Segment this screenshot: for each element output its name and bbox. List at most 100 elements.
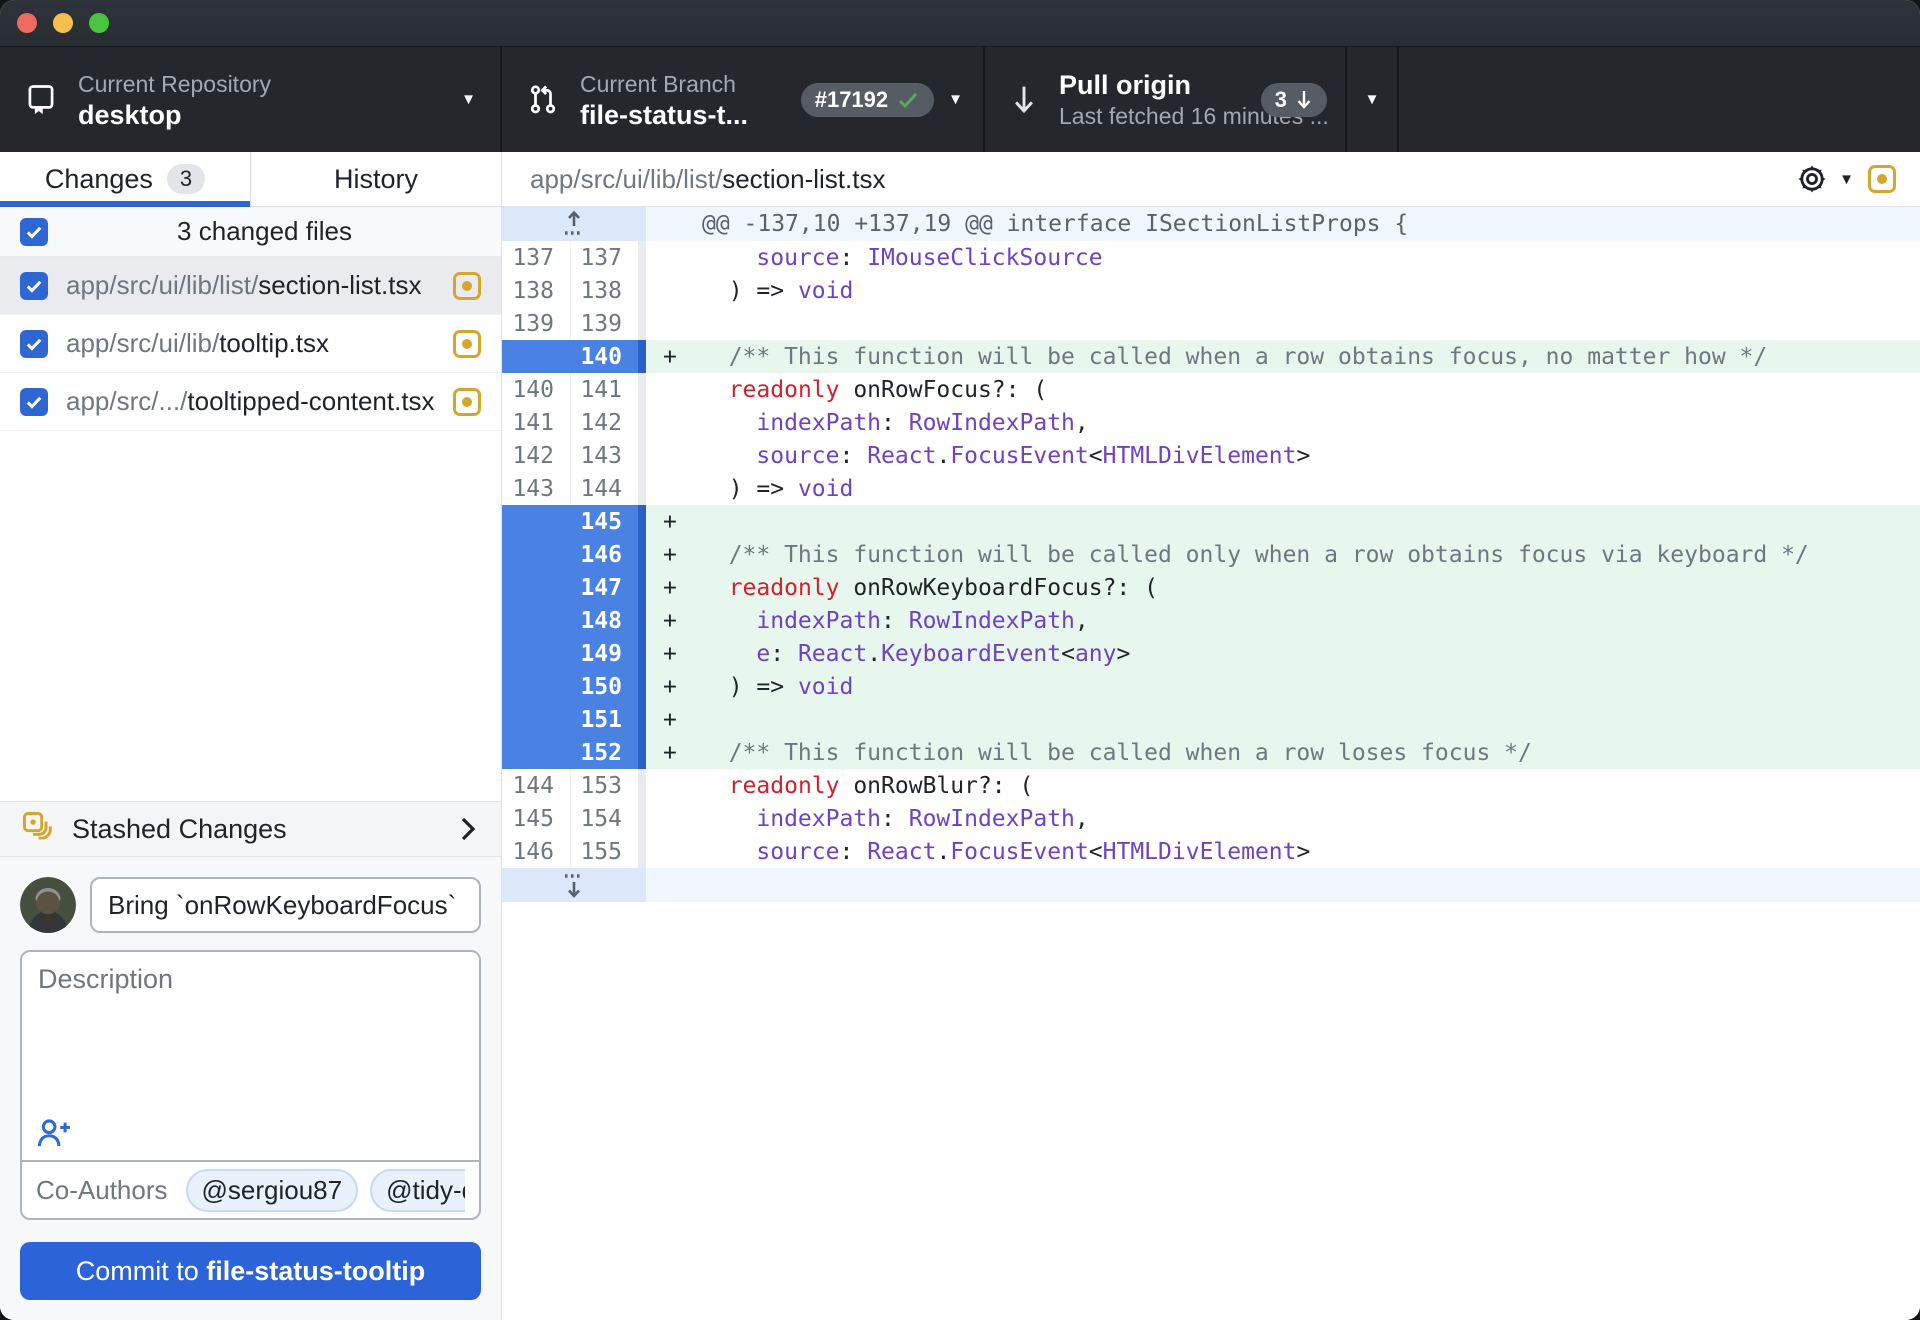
stashed-changes-label: Stashed Changes bbox=[72, 814, 457, 845]
new-line-number[interactable]: 140 bbox=[570, 340, 638, 373]
old-line-number[interactable] bbox=[502, 670, 570, 703]
new-line-number[interactable]: 147 bbox=[570, 571, 638, 604]
new-line-number[interactable]: 152 bbox=[570, 736, 638, 769]
diff-line-code: /** This function will be called only wh… bbox=[701, 542, 1809, 568]
current-repository-button[interactable]: Current Repository desktop ▼ bbox=[0, 47, 502, 152]
diff-line-content: + e: React.KeyboardEvent<any> bbox=[646, 637, 1920, 670]
diff-row-context[interactable]: 140141 readonly onRowFocus?: ( bbox=[502, 373, 1920, 406]
file-path: app/src/.../tooltipped-content.tsx bbox=[66, 386, 453, 417]
coauthor-pill[interactable]: @tidy-dev bbox=[370, 1169, 465, 1212]
diff-row-added[interactable]: 149+ e: React.KeyboardEvent<any> bbox=[502, 637, 1920, 670]
old-line-number[interactable] bbox=[502, 703, 570, 736]
new-line-number[interactable]: 139 bbox=[570, 307, 638, 340]
diff-row-context[interactable]: 142143 source: React.FocusEvent<HTMLDivE… bbox=[502, 439, 1920, 472]
old-line-number[interactable]: 143 bbox=[502, 472, 570, 505]
diff-row-added[interactable]: 140+ /** This function will be called wh… bbox=[502, 340, 1920, 373]
old-line-number[interactable] bbox=[502, 637, 570, 670]
tab-changes[interactable]: Changes 3 bbox=[0, 152, 250, 206]
gutter-band bbox=[638, 835, 646, 868]
old-line-number[interactable] bbox=[502, 571, 570, 604]
diff-line-content: indexPath: RowIndexPath, bbox=[646, 406, 1920, 439]
file-row[interactable]: app/src/ui/lib/tooltip.tsx bbox=[0, 315, 501, 373]
expand-hunk-down-button[interactable] bbox=[502, 868, 646, 902]
new-line-number[interactable]: 148 bbox=[570, 604, 638, 637]
pr-status-badge[interactable]: #17192 bbox=[801, 83, 934, 117]
diff-row-context[interactable]: 144153 readonly onRowBlur?: ( bbox=[502, 769, 1920, 802]
file-row[interactable]: app/src/ui/lib/list/section-list.tsx bbox=[0, 257, 501, 315]
diff-rows: 137137 source: IMouseClickSource138138 )… bbox=[502, 241, 1920, 868]
current-branch-button[interactable]: Current Branch file-status-t... #17192 ▼ bbox=[502, 47, 985, 152]
new-line-number[interactable]: 154 bbox=[570, 802, 638, 835]
old-line-number[interactable]: 141 bbox=[502, 406, 570, 439]
old-line-number[interactable] bbox=[502, 604, 570, 637]
old-line-number[interactable] bbox=[502, 505, 570, 538]
diff-row-added[interactable]: 150+ ) => void bbox=[502, 670, 1920, 703]
new-line-number[interactable]: 137 bbox=[570, 241, 638, 274]
old-line-number[interactable]: 145 bbox=[502, 802, 570, 835]
new-line-number[interactable]: 143 bbox=[570, 439, 638, 472]
commit-description-field[interactable]: Description bbox=[22, 952, 479, 1160]
gutter-band bbox=[638, 670, 646, 703]
diff-row-context[interactable]: 141142 indexPath: RowIndexPath, bbox=[502, 406, 1920, 439]
old-line-number[interactable]: 137 bbox=[502, 241, 570, 274]
diff-line-content: source: IMouseClickSource bbox=[646, 241, 1920, 274]
gear-icon bbox=[1795, 162, 1829, 196]
old-line-number[interactable]: 144 bbox=[502, 769, 570, 802]
diff-row-added[interactable]: 146+ /** This function will be called on… bbox=[502, 538, 1920, 571]
new-line-number[interactable]: 146 bbox=[570, 538, 638, 571]
diff-row-context[interactable]: 137137 source: IMouseClickSource bbox=[502, 241, 1920, 274]
old-line-number[interactable]: 142 bbox=[502, 439, 570, 472]
old-line-number[interactable]: 139 bbox=[502, 307, 570, 340]
diff-row-added[interactable]: 147+ readonly onRowKeyboardFocus?: ( bbox=[502, 571, 1920, 604]
diff-row-added[interactable]: 151+ bbox=[502, 703, 1920, 736]
diff-row-context[interactable]: 143144 ) => void bbox=[502, 472, 1920, 505]
pull-origin-button[interactable]: Pull origin Last fetched 16 minutes ... … bbox=[985, 47, 1347, 152]
file-checkbox[interactable] bbox=[20, 272, 48, 300]
new-line-number[interactable]: 155 bbox=[570, 835, 638, 868]
old-line-number[interactable] bbox=[502, 736, 570, 769]
old-line-number[interactable] bbox=[502, 538, 570, 571]
diff-row-added[interactable]: 145+ bbox=[502, 505, 1920, 538]
diff-row-context[interactable]: 138138 ) => void bbox=[502, 274, 1920, 307]
old-line-number[interactable] bbox=[502, 340, 570, 373]
new-line-number[interactable]: 138 bbox=[570, 274, 638, 307]
old-line-number[interactable]: 140 bbox=[502, 373, 570, 406]
diff-line-code: indexPath: RowIndexPath, bbox=[701, 410, 1089, 436]
diff-line-content: + /** This function will be called when … bbox=[646, 340, 1920, 373]
changed-files-header: 3 changed files bbox=[0, 207, 501, 257]
expand-hunk-up-button[interactable] bbox=[502, 207, 646, 241]
add-coauthor-button[interactable] bbox=[36, 1116, 72, 1150]
tab-history[interactable]: History bbox=[250, 152, 501, 206]
commit-button[interactable]: Commit to file-status-tooltip bbox=[20, 1242, 481, 1300]
zoom-button[interactable] bbox=[89, 13, 109, 33]
new-line-number[interactable]: 144 bbox=[570, 472, 638, 505]
diff-row-context[interactable]: 139139 bbox=[502, 307, 1920, 340]
old-line-number[interactable]: 146 bbox=[502, 835, 570, 868]
commit-summary-input[interactable] bbox=[90, 877, 481, 933]
diff-row-added[interactable]: 148+ indexPath: RowIndexPath, bbox=[502, 604, 1920, 637]
branch-icon bbox=[528, 83, 558, 117]
old-line-number[interactable]: 138 bbox=[502, 274, 570, 307]
diff-row-context[interactable]: 145154 indexPath: RowIndexPath, bbox=[502, 802, 1920, 835]
select-all-checkbox[interactable] bbox=[20, 218, 48, 246]
branch-label: Current Branch bbox=[580, 69, 787, 99]
new-line-number[interactable]: 142 bbox=[570, 406, 638, 439]
new-line-number[interactable]: 150 bbox=[570, 670, 638, 703]
new-line-number[interactable]: 151 bbox=[570, 703, 638, 736]
pull-options-button[interactable]: ▼ bbox=[1347, 47, 1399, 152]
new-line-number[interactable]: 149 bbox=[570, 637, 638, 670]
check-icon bbox=[896, 88, 920, 112]
diff-row-context[interactable]: 146155 source: React.FocusEvent<HTMLDivE… bbox=[502, 835, 1920, 868]
new-line-number[interactable]: 141 bbox=[570, 373, 638, 406]
new-line-number[interactable]: 153 bbox=[570, 769, 638, 802]
file-checkbox[interactable] bbox=[20, 330, 48, 358]
stashed-changes-row[interactable]: Stashed Changes bbox=[0, 801, 501, 857]
file-row[interactable]: app/src/.../tooltipped-content.tsx bbox=[0, 373, 501, 431]
file-checkbox[interactable] bbox=[20, 388, 48, 416]
new-line-number[interactable]: 145 bbox=[570, 505, 638, 538]
diff-options-button[interactable]: ▼ bbox=[1795, 162, 1854, 196]
coauthor-pill[interactable]: @sergiou87 bbox=[186, 1169, 359, 1212]
minimize-button[interactable] bbox=[53, 13, 73, 33]
diff-row-added[interactable]: 152+ /** This function will be called wh… bbox=[502, 736, 1920, 769]
close-button[interactable] bbox=[17, 13, 37, 33]
